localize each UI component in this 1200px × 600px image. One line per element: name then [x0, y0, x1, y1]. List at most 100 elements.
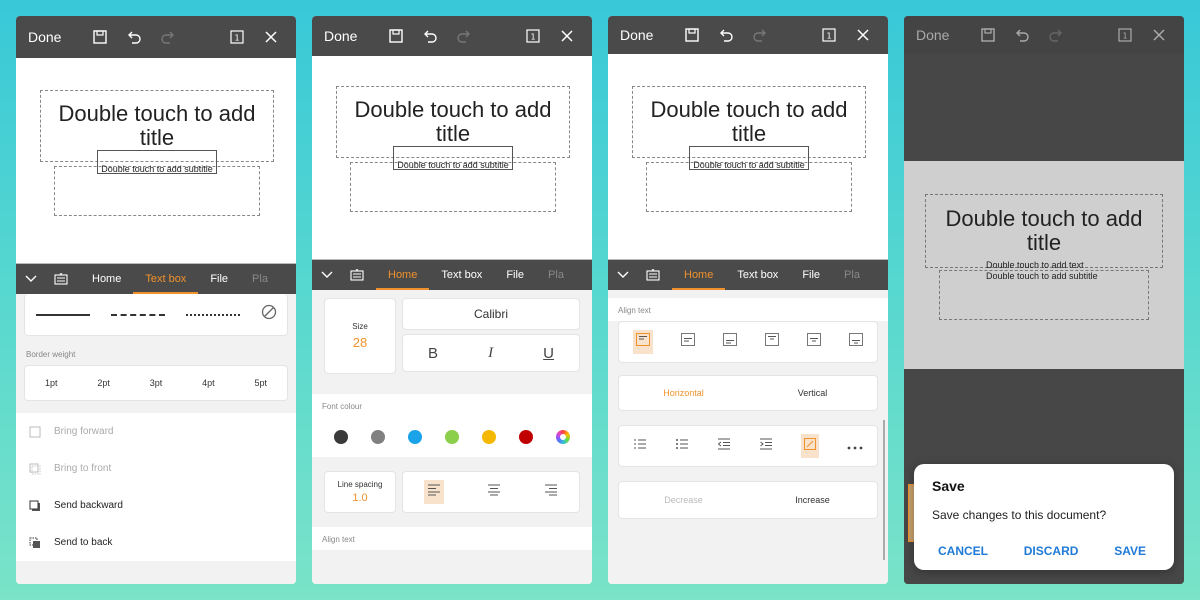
- weight-2pt[interactable]: 2pt: [97, 378, 110, 388]
- redo-icon[interactable]: [151, 22, 185, 52]
- panel-scrollbar[interactable]: [883, 420, 885, 560]
- save-button[interactable]: SAVE: [1114, 544, 1146, 558]
- undo-icon[interactable]: [413, 21, 447, 51]
- font-size-box[interactable]: Size 28: [324, 298, 396, 374]
- slide-number-icon[interactable]: 1: [812, 20, 846, 50]
- tab-text-box[interactable]: Text box: [429, 260, 494, 290]
- border-dashed-option[interactable]: [110, 313, 165, 316]
- tab-play[interactable]: Pla: [832, 260, 872, 290]
- slide-canvas[interactable]: Double touch to add title Double touch t…: [904, 161, 1184, 369]
- line-spacing-box[interactable]: Line spacing 1.0: [324, 471, 396, 513]
- colour-swatch-green[interactable]: [444, 430, 459, 444]
- bold-button[interactable]: B: [428, 345, 438, 362]
- colour-picker-icon[interactable]: [556, 430, 571, 444]
- save-icon[interactable]: [83, 22, 117, 52]
- colour-swatch-yellow[interactable]: [482, 430, 497, 444]
- border-solid-option[interactable]: [35, 313, 90, 316]
- tab-file[interactable]: File: [198, 264, 240, 294]
- bring-to-front-item[interactable]: Bring to front: [16, 450, 296, 487]
- subtitle-text-box[interactable]: Double touch to add subtitle: [689, 146, 809, 170]
- done-button[interactable]: Done: [324, 28, 357, 44]
- undo-icon[interactable]: [1005, 20, 1039, 50]
- align-middle-center-icon[interactable]: [807, 333, 821, 351]
- align-bottom-left-icon[interactable]: [723, 333, 737, 351]
- slide-number-icon[interactable]: 1: [220, 22, 254, 52]
- vertical-option[interactable]: Vertical: [748, 388, 877, 398]
- tab-home[interactable]: Home: [672, 260, 726, 290]
- save-icon[interactable]: [379, 21, 413, 51]
- weight-3pt[interactable]: 3pt: [150, 378, 163, 388]
- keyboard-icon[interactable]: [46, 264, 76, 294]
- horizontal-option[interactable]: Horizontal: [619, 388, 748, 398]
- colour-swatch-blue[interactable]: [407, 430, 422, 444]
- save-icon[interactable]: [971, 20, 1005, 50]
- underline-button[interactable]: U: [543, 345, 554, 362]
- send-backward-item[interactable]: Send backward: [16, 487, 296, 524]
- slide-canvas[interactable]: Double touch to add title Double touch t…: [16, 58, 296, 264]
- increase-indent-icon[interactable]: [759, 437, 773, 455]
- undo-icon[interactable]: [709, 20, 743, 50]
- numbered-list-icon[interactable]: [633, 437, 647, 455]
- align-left-icon[interactable]: [424, 480, 445, 504]
- decrease-indent-icon[interactable]: [717, 437, 731, 455]
- font-name-field[interactable]: Calibri: [402, 298, 580, 330]
- undo-icon[interactable]: [117, 22, 151, 52]
- border-dotted-option[interactable]: [185, 313, 240, 316]
- tab-play[interactable]: Pla: [240, 264, 280, 294]
- tab-text-box[interactable]: Text box: [133, 264, 199, 294]
- slide-canvas[interactable]: Double touch to add title Double touch t…: [312, 56, 592, 260]
- align-right-icon[interactable]: [544, 483, 558, 501]
- align-top-left-icon[interactable]: [633, 330, 653, 354]
- close-icon[interactable]: [254, 22, 288, 52]
- title-placeholder[interactable]: Double touch to add title: [925, 194, 1163, 268]
- keyboard-icon[interactable]: [638, 260, 668, 290]
- bring-forward-item[interactable]: Bring forward: [16, 413, 296, 450]
- done-button[interactable]: Done: [28, 29, 61, 45]
- close-icon[interactable]: [1142, 20, 1176, 50]
- slide-number-icon[interactable]: 1: [516, 21, 550, 51]
- shape-fill-icon[interactable]: [801, 434, 819, 458]
- increase-button[interactable]: Increase: [748, 495, 877, 505]
- tab-home[interactable]: Home: [80, 264, 133, 294]
- align-middle-left-icon[interactable]: [681, 333, 695, 351]
- align-center-icon[interactable]: [487, 483, 501, 501]
- more-options-icon[interactable]: [847, 437, 863, 455]
- tab-file[interactable]: File: [494, 260, 536, 290]
- send-to-back-item[interactable]: Send to back: [16, 524, 296, 561]
- done-button[interactable]: Done: [620, 27, 653, 43]
- no-border-icon[interactable]: [261, 304, 277, 325]
- slide-number-icon[interactable]: 1: [1108, 20, 1142, 50]
- cancel-button[interactable]: CANCEL: [938, 544, 988, 558]
- close-icon[interactable]: [846, 20, 880, 50]
- close-icon[interactable]: [550, 21, 584, 51]
- weight-4pt[interactable]: 4pt: [202, 378, 215, 388]
- slide-canvas[interactable]: Double touch to add title Double touch t…: [608, 54, 888, 260]
- discard-button[interactable]: DISCARD: [1024, 544, 1079, 558]
- bullet-list-icon[interactable]: [675, 437, 689, 455]
- chevron-down-icon[interactable]: [312, 260, 342, 290]
- colour-swatch-red[interactable]: [519, 430, 534, 444]
- italic-button[interactable]: I: [488, 345, 493, 362]
- redo-icon[interactable]: [447, 21, 481, 51]
- keyboard-icon[interactable]: [342, 260, 372, 290]
- redo-icon[interactable]: [743, 20, 777, 50]
- align-bottom-center-icon[interactable]: [849, 333, 863, 351]
- weight-5pt[interactable]: 5pt: [255, 378, 268, 388]
- subtitle-text-box[interactable]: Double touch to add subtitle: [97, 150, 217, 174]
- chevron-down-icon[interactable]: [16, 264, 46, 294]
- decrease-button[interactable]: Decrease: [619, 495, 748, 505]
- done-button[interactable]: Done: [916, 27, 949, 43]
- tab-text-box[interactable]: Text box: [725, 260, 790, 290]
- chevron-down-icon[interactable]: [608, 260, 638, 290]
- tab-home[interactable]: Home: [376, 260, 430, 290]
- subtitle-text-box[interactable]: Double touch to add subtitle: [393, 146, 513, 170]
- redo-icon[interactable]: [1039, 20, 1073, 50]
- tab-play[interactable]: Pla: [536, 260, 576, 290]
- colour-swatch-dark-grey[interactable]: [333, 430, 348, 444]
- align-top-center-icon[interactable]: [765, 333, 779, 351]
- ribbon-tabs: Home Text box File Pla: [16, 264, 296, 294]
- colour-swatch-grey[interactable]: [370, 430, 385, 444]
- save-icon[interactable]: [675, 20, 709, 50]
- weight-1pt[interactable]: 1pt: [45, 378, 58, 388]
- tab-file[interactable]: File: [790, 260, 832, 290]
